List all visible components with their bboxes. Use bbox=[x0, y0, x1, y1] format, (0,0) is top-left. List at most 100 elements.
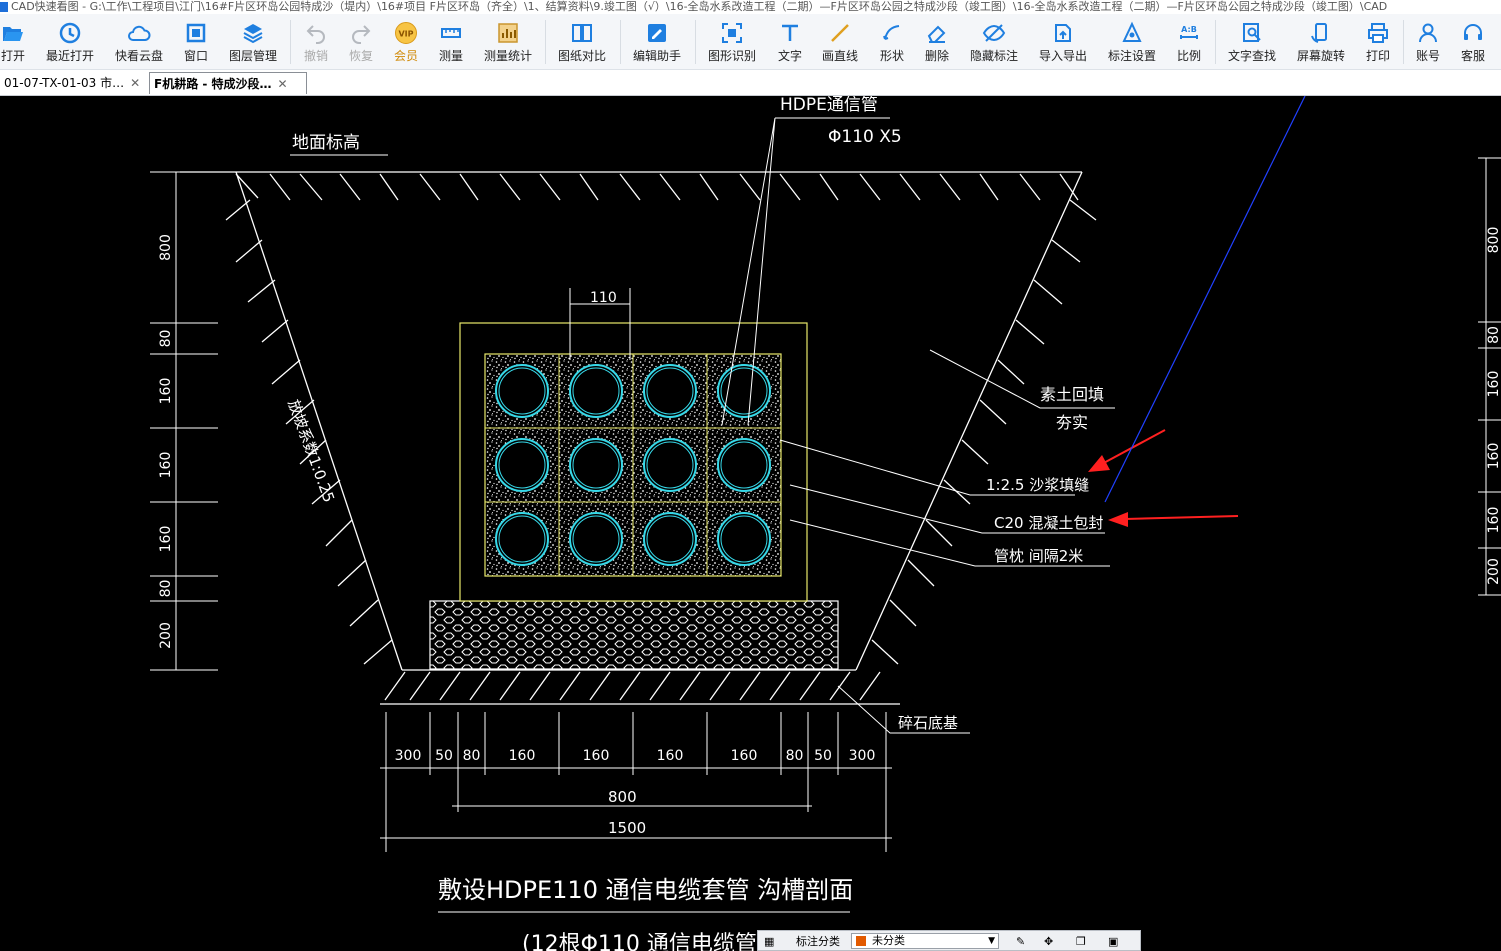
text-search-button[interactable]: 文字查找 bbox=[1224, 14, 1280, 69]
print-button[interactable]: 打印 bbox=[1362, 14, 1394, 69]
vip-button[interactable]: VIP 会员 bbox=[390, 14, 422, 69]
open-button[interactable]: 打开 bbox=[0, 14, 26, 69]
close-icon[interactable]: ✕ bbox=[278, 77, 288, 91]
right-dim-label: 160 bbox=[1486, 371, 1501, 398]
shape-button[interactable]: 形状 bbox=[876, 14, 908, 69]
copy-icon[interactable]: ❐ bbox=[1076, 934, 1086, 949]
edit-assistant-label: 编辑助手 bbox=[632, 49, 681, 63]
measure-stats-icon bbox=[498, 23, 518, 43]
pipe bbox=[643, 438, 697, 492]
measure-button[interactable]: 测量 bbox=[435, 14, 467, 69]
grid-icon[interactable]: ▦ bbox=[764, 934, 774, 949]
drawing-compare-button[interactable]: 图纸对比 bbox=[554, 14, 610, 69]
bottom-dim-label: 80 bbox=[786, 748, 804, 764]
main-toolbar: 打开 最近打开 快看云盘 窗口 图层管理 撤销 恢复 VIP 会员 测量 测量统… bbox=[0, 14, 1501, 70]
redo-label: 恢复 bbox=[348, 49, 373, 63]
annotation-category-select[interactable]: 未分类 ▼ bbox=[851, 933, 999, 949]
left-dim-label: 800 bbox=[158, 234, 174, 261]
vip-label: 会员 bbox=[393, 49, 418, 63]
history-icon bbox=[59, 22, 81, 44]
pipe bbox=[643, 512, 697, 566]
pipe bbox=[643, 364, 697, 418]
bottom-dim-label: 160 bbox=[657, 748, 684, 764]
measure-label: 测量 bbox=[438, 49, 463, 63]
text-button[interactable]: 文字 bbox=[774, 14, 806, 69]
bottom-dim-label: 160 bbox=[731, 748, 758, 764]
bottom-dim-label: 50 bbox=[435, 748, 453, 764]
right-dim-label: 200 bbox=[1486, 558, 1501, 585]
layers-icon bbox=[243, 24, 263, 44]
cloud-disk-button[interactable]: 快看云盘 bbox=[111, 14, 167, 69]
drawing-subtitle: (12根Φ110 通信电缆管) bbox=[522, 932, 765, 951]
tab-document-1[interactable]: 01-07-TX-01-03 市… ✕ bbox=[0, 72, 148, 94]
undo-button[interactable]: 撤销 bbox=[300, 14, 332, 69]
document-tab-bar: 01-07-TX-01-03 市… ✕ F机耕路 - 特成沙段… ✕ bbox=[0, 70, 1501, 96]
redo-icon bbox=[352, 25, 371, 44]
customer-service-button[interactable]: 客服 bbox=[1457, 14, 1489, 69]
move-icon[interactable]: ✥ bbox=[1044, 934, 1053, 949]
window-title-bar: CAD快速看图 - G:\工作\工程项目\江门\16#F片区环岛公园特成沙（堤内… bbox=[0, 0, 1501, 14]
paste-icon[interactable]: ▣ bbox=[1108, 934, 1118, 949]
gravel-base-label: 碎石底基 bbox=[898, 714, 958, 732]
undo-icon bbox=[306, 25, 325, 44]
compare-icon bbox=[572, 24, 592, 42]
annotation-settings-button[interactable]: 标注设置 bbox=[1104, 14, 1160, 69]
concrete-label: C20 混凝土包封 bbox=[994, 514, 1103, 532]
scale-button[interactable]: A:B 比例 bbox=[1173, 14, 1205, 69]
text-search-label: 文字查找 bbox=[1227, 49, 1276, 63]
account-button[interactable]: 账号 bbox=[1412, 14, 1444, 69]
drawing-canvas[interactable]: 110 地面标高 HDPE通信管 Φ110 X5 素土回填 夯实 1:2.5 沙… bbox=[0, 96, 1501, 951]
drawing-compare-label: 图纸对比 bbox=[557, 49, 606, 63]
pipe bbox=[717, 438, 771, 492]
mortar-label: 1:2.5 沙浆填缝 bbox=[986, 476, 1089, 494]
pipe-width-label: 110 bbox=[590, 290, 617, 306]
edit-assistant-button[interactable]: 编辑助手 bbox=[629, 14, 685, 69]
delete-label: 删除 bbox=[924, 49, 949, 63]
edit-icon[interactable]: ✎ bbox=[1016, 934, 1025, 949]
recent-open-button[interactable]: 最近打开 bbox=[42, 14, 98, 69]
measure-stats-button[interactable]: 测量统计 bbox=[480, 14, 536, 69]
folder-open-icon bbox=[3, 27, 23, 41]
annotation-settings-label: 标注设置 bbox=[1107, 49, 1156, 63]
line-icon bbox=[831, 24, 849, 42]
svg-text:A:B: A:B bbox=[1181, 25, 1197, 34]
hide-annotation-button[interactable]: 隐藏标注 bbox=[966, 14, 1022, 69]
hide-annotation-label: 隐藏标注 bbox=[969, 49, 1018, 63]
shape-icon bbox=[883, 25, 900, 40]
bottom-dimensions: 300 50 80 160 160 160 160 80 50 300 bbox=[380, 712, 892, 775]
close-icon[interactable]: ✕ bbox=[130, 76, 140, 90]
toolbar-separator bbox=[290, 20, 291, 64]
tab-document-2[interactable]: F机耕路 - 特成沙段… ✕ bbox=[149, 72, 307, 94]
tab-label: F机耕路 - 特成沙段… bbox=[154, 77, 272, 91]
text-icon bbox=[782, 24, 798, 41]
window-icon bbox=[186, 23, 206, 43]
backfill-label-1: 素土回填 bbox=[1040, 385, 1104, 404]
blue-leader-line bbox=[1104, 96, 1306, 503]
import-export-button[interactable]: 导入导出 bbox=[1035, 14, 1091, 69]
right-dimensions: 800 80 160 160 160 200 bbox=[1478, 157, 1501, 596]
bottom-dim-label: 160 bbox=[583, 748, 610, 764]
layer-manager-button[interactable]: 图层管理 bbox=[225, 14, 281, 69]
pipe-pillow-label: 管枕 间隔2米 bbox=[994, 547, 1083, 565]
trench-bottom bbox=[380, 669, 900, 705]
open-label: 打开 bbox=[0, 49, 25, 63]
delete-button[interactable]: 删除 bbox=[921, 14, 953, 69]
measure-stats-label: 测量统计 bbox=[483, 49, 532, 63]
rotate-screen-button[interactable]: 屏幕旋转 bbox=[1293, 14, 1349, 69]
account-label: 账号 bbox=[1415, 49, 1440, 63]
right-dim-label: 800 bbox=[1486, 227, 1501, 254]
draw-line-button[interactable]: 画直线 bbox=[818, 14, 862, 69]
total-width-label: 1500 bbox=[608, 819, 646, 837]
ground-elevation-label: 地面标高 bbox=[292, 133, 360, 153]
eraser-icon bbox=[927, 25, 946, 43]
ground-surface bbox=[180, 171, 1082, 201]
redo-button[interactable]: 恢复 bbox=[345, 14, 377, 69]
left-dim-label: 160 bbox=[158, 452, 174, 479]
toolbar-separator bbox=[1403, 20, 1404, 64]
text-label: 文字 bbox=[777, 49, 802, 63]
import-export-icon bbox=[1055, 24, 1071, 42]
window-button[interactable]: 窗口 bbox=[180, 14, 212, 69]
shape-recognize-button[interactable]: 图形识别 bbox=[704, 14, 760, 69]
annotation-settings-icon bbox=[1122, 21, 1142, 42]
pipe bbox=[717, 364, 771, 418]
